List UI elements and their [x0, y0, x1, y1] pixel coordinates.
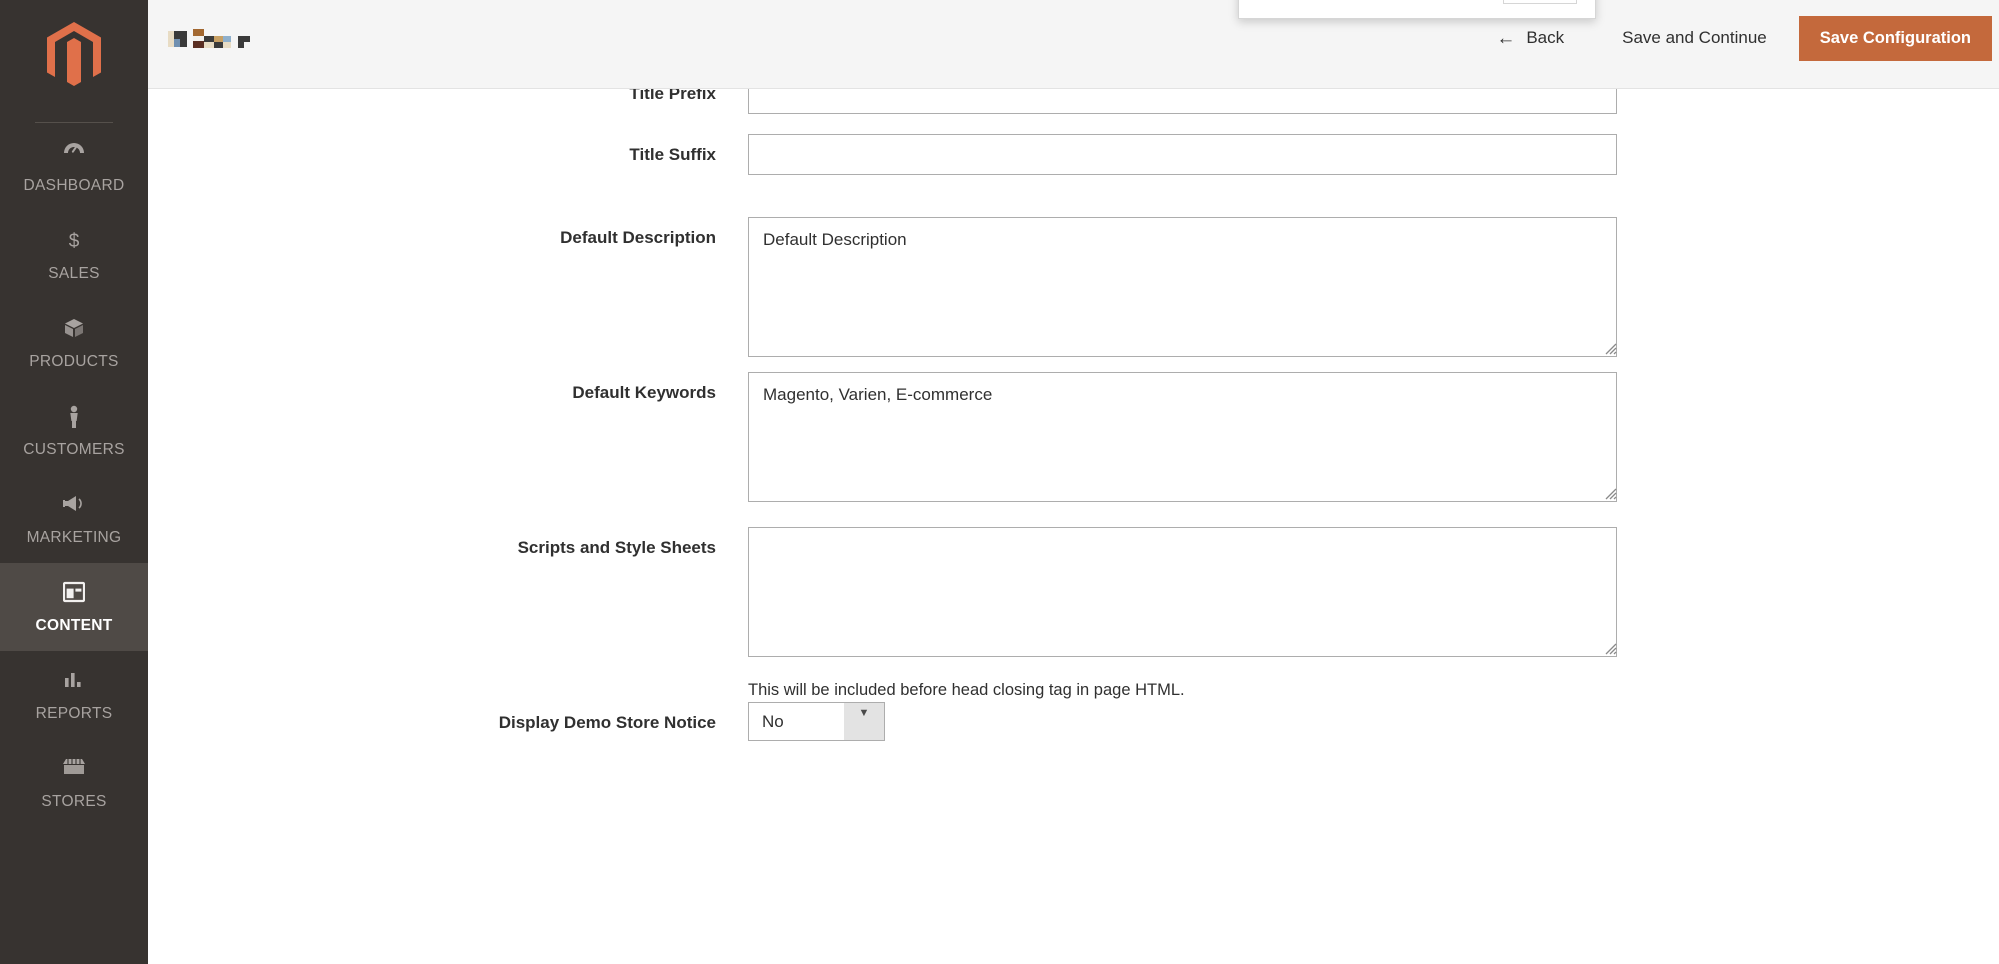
- field-row: Default Keywords: [148, 372, 1999, 542]
- default-keywords-textarea-wrapper: [748, 372, 1619, 502]
- sidebar-item-sales[interactable]: $ SALES: [0, 211, 148, 299]
- back-button-label: Back: [1526, 28, 1565, 47]
- admin-page: DASHBOARD $ SALES PRODUCTS CUSTOMERS MARKETIN…: [0, 0, 1999, 964]
- sidebar-item-label: MARKETING: [26, 529, 122, 546]
- dashboard-gauge-icon: [4, 141, 144, 167]
- field-label: Display Demo Store Notice: [498, 713, 716, 732]
- field-row: Scripts and Style Sheets This will be inc…: [148, 527, 1999, 699]
- sidebar-item-label: DASHBOARD: [23, 177, 125, 194]
- sidebar-item-label: CUSTOMERS: [23, 441, 125, 458]
- main-content: ← Back Save and Continue Save Configurat…: [148, 0, 1999, 964]
- sidebar-item-dashboard[interactable]: DASHBOARD: [0, 123, 148, 211]
- dollar-sign-icon: $: [4, 229, 144, 255]
- title-suffix-input[interactable]: [748, 134, 1617, 175]
- popup-panel-field[interactable]: [1503, 0, 1577, 4]
- display-demo-store-notice-select[interactable]: No ▼: [748, 702, 885, 741]
- sidebar-item-reports[interactable]: REPORTS: [0, 651, 148, 739]
- sidebar-item-stores[interactable]: STORES: [0, 739, 148, 827]
- field-row: Title Suffix: [148, 134, 1999, 215]
- arrow-left-icon: ←: [1496, 27, 1516, 49]
- field-control: [748, 217, 1619, 357]
- select-value: No: [762, 711, 784, 731]
- scripts-and-style-sheets-textarea-wrapper: [748, 527, 1619, 657]
- configuration-form: Title Prefix Title Suffix Default Descript…: [148, 73, 1999, 964]
- sidebar-item-label: PRODUCTS: [29, 353, 119, 370]
- scripts-and-style-sheets-textarea[interactable]: [748, 527, 1617, 657]
- save-and-continue-button[interactable]: Save and Continue: [1590, 28, 1799, 48]
- default-keywords-textarea[interactable]: [748, 372, 1617, 502]
- back-button[interactable]: ← Back: [1478, 28, 1590, 48]
- sidebar-item-marketing[interactable]: MARKETING: [0, 475, 148, 563]
- sidebar-item-label: STORES: [41, 793, 107, 810]
- field-label: Scripts and Style Sheets: [517, 538, 716, 557]
- sidebar-item-label: REPORTS: [35, 705, 113, 722]
- bar-chart-icon: [4, 669, 144, 695]
- sidebar-item-label: SALES: [48, 265, 100, 282]
- field-control: [748, 134, 1617, 175]
- storefront-icon: [4, 757, 144, 783]
- field-control: [748, 527, 1619, 657]
- admin-sidebar: DASHBOARD $ SALES PRODUCTS CUSTOMERS MARKETIN…: [0, 0, 148, 964]
- field-control: [748, 372, 1619, 502]
- field-control: No ▼: [748, 702, 885, 741]
- box-icon: [4, 317, 144, 343]
- field-note: This will be included before head closin…: [748, 681, 1185, 699]
- sidebar-item-customers[interactable]: CUSTOMERS: [0, 387, 148, 475]
- page-header: ← Back Save and Continue Save Configurat…: [148, 0, 1999, 89]
- megaphone-icon: [4, 493, 144, 519]
- magento-logo[interactable]: [0, 0, 148, 110]
- svg-text:$: $: [69, 231, 80, 251]
- person-icon: [4, 405, 144, 431]
- floating-popup-panel[interactable]: [1238, 0, 1596, 19]
- sidebar-nav: DASHBOARD $ SALES PRODUCTS CUSTOMERS MARKETIN…: [0, 123, 148, 827]
- default-description-textarea[interactable]: [748, 217, 1617, 357]
- default-description-textarea-wrapper: [748, 217, 1619, 357]
- field-label: Title Suffix: [629, 145, 716, 164]
- field-row: Display Demo Store Notice No ▼: [148, 702, 1999, 781]
- sidebar-item-content[interactable]: CONTENT: [0, 563, 148, 651]
- chevron-down-icon[interactable]: ▼: [844, 703, 884, 740]
- page-title-redacted: [168, 28, 250, 50]
- field-label: Default Description: [560, 228, 716, 247]
- field-row: Default Description: [148, 217, 1999, 397]
- save-configuration-button[interactable]: Save Configuration: [1798, 15, 1992, 61]
- layout-window-icon: [4, 581, 144, 607]
- sidebar-item-products[interactable]: PRODUCTS: [0, 299, 148, 387]
- field-label: Default Keywords: [572, 383, 716, 402]
- header-actions: ← Back Save and Continue Save Configurat…: [1478, 14, 1999, 62]
- sidebar-item-label: CONTENT: [35, 617, 113, 634]
